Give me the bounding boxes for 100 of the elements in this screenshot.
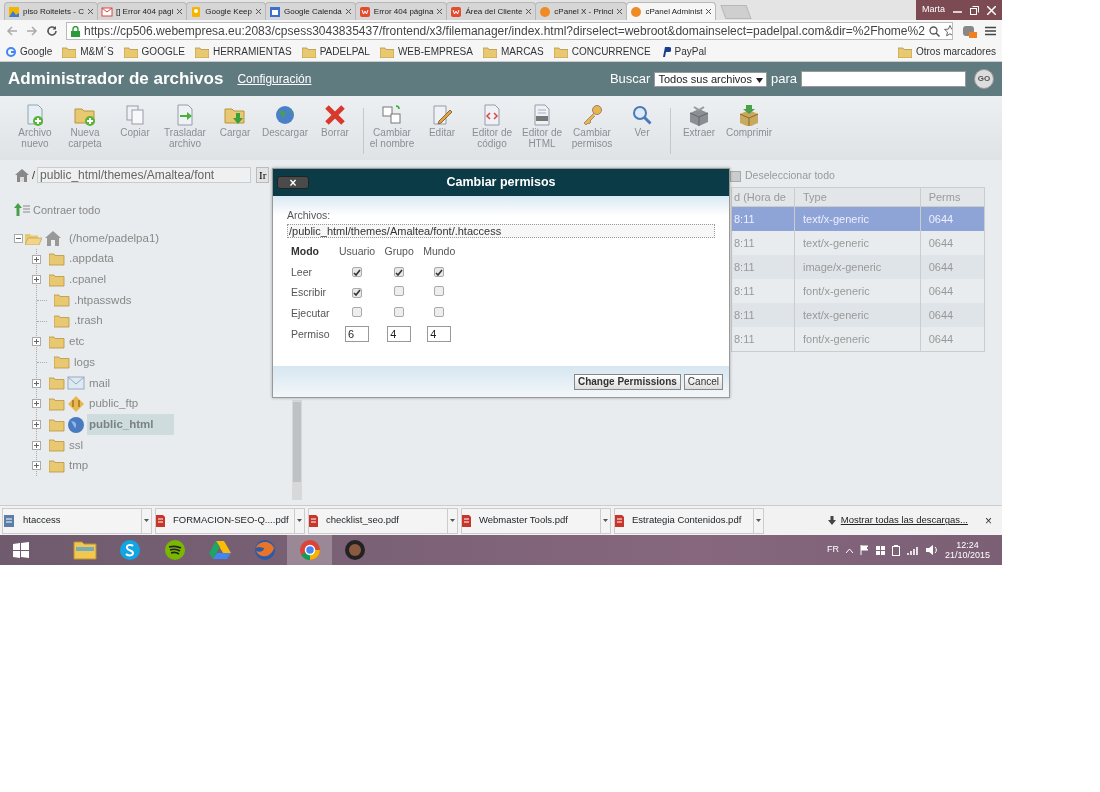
permission-field[interactable]: 4 bbox=[387, 326, 412, 343]
tree-item[interactable]: .htpasswds bbox=[72, 290, 134, 311]
close-button[interactable]: × bbox=[985, 511, 992, 530]
star-icon[interactable] bbox=[943, 25, 952, 37]
close-icon[interactable] bbox=[255, 7, 262, 15]
checkbox[interactable] bbox=[394, 286, 405, 297]
toolbar-button[interactable]: Cambiar permisos bbox=[567, 104, 617, 149]
flag-icon[interactable] bbox=[859, 545, 869, 555]
expand-toggle[interactable] bbox=[32, 378, 41, 388]
reload-icon[interactable] bbox=[46, 25, 58, 37]
tree-item[interactable]: public_ftp bbox=[87, 394, 141, 414]
tree-item[interactable]: .trash bbox=[72, 311, 105, 331]
toolbar-button[interactable]: Cambiar el nombre bbox=[367, 104, 417, 149]
tree-item[interactable]: mail bbox=[87, 373, 113, 393]
scope-select[interactable]: Todos sus archivos bbox=[654, 71, 767, 87]
close-icon[interactable] bbox=[705, 7, 713, 15]
show-all-downloads-link[interactable]: Mostrar todas las descargas... bbox=[827, 513, 968, 528]
browser-tab[interactable]: piso Roitelets - C bbox=[4, 2, 98, 20]
bookmark[interactable]: MARCAS bbox=[482, 44, 544, 59]
caret-icon[interactable] bbox=[144, 519, 149, 522]
bookmark[interactable]: Otros marcadores bbox=[897, 44, 996, 59]
caret-icon[interactable] bbox=[756, 519, 761, 522]
speaker-icon[interactable] bbox=[925, 545, 938, 555]
browser-tab[interactable]: Google Calenda bbox=[265, 2, 356, 20]
bookmark[interactable]: PayPal bbox=[660, 44, 707, 59]
chevron-up-icon[interactable] bbox=[845, 547, 853, 553]
restore-icon[interactable] bbox=[970, 5, 979, 15]
tree-item[interactable]: logs bbox=[72, 352, 98, 373]
close-icon[interactable] bbox=[86, 7, 94, 15]
checkbox[interactable] bbox=[352, 287, 363, 298]
toolbar-button[interactable]: Descargar bbox=[260, 104, 310, 149]
checkbox[interactable] bbox=[434, 286, 445, 297]
settings-link[interactable]: Configuración bbox=[237, 70, 312, 88]
language-indicator[interactable]: FR bbox=[826, 543, 839, 557]
windows-logo-icon[interactable] bbox=[875, 545, 885, 555]
checkbox[interactable] bbox=[352, 306, 363, 317]
toolbar-button[interactable]: Ver bbox=[617, 104, 667, 149]
tree-item[interactable]: .appdata bbox=[67, 249, 116, 269]
close-button[interactable]: × bbox=[277, 176, 309, 189]
tree-item[interactable]: etc bbox=[67, 332, 87, 352]
close-icon[interactable] bbox=[344, 7, 352, 15]
checkbox[interactable] bbox=[352, 267, 363, 278]
close-icon[interactable] bbox=[616, 7, 624, 15]
bookmark[interactable]: Google bbox=[6, 44, 53, 59]
expand-toggle[interactable] bbox=[32, 337, 41, 347]
path-field[interactable]: public_html/themes/Amaltea/font bbox=[37, 167, 252, 184]
scrollbar[interactable] bbox=[292, 400, 302, 500]
browser-tab[interactable]: Google Keep bbox=[186, 2, 266, 20]
expand-toggle[interactable] bbox=[32, 275, 41, 285]
taskbar-app[interactable] bbox=[287, 535, 332, 565]
tree-item[interactable]: .cpanel bbox=[67, 270, 109, 290]
browser-tab[interactable]: Área del Cliente bbox=[446, 2, 537, 20]
bookmark[interactable]: PADELPAL bbox=[301, 44, 370, 59]
expand-toggle[interactable] bbox=[32, 254, 41, 264]
checkbox[interactable] bbox=[394, 267, 405, 278]
bookmark[interactable]: M&M´S bbox=[62, 44, 114, 59]
close-icon[interactable] bbox=[525, 7, 533, 15]
browser-tab[interactable]: cPanel X - Princi bbox=[535, 2, 628, 20]
toolbar-button[interactable]: Nueva carpeta bbox=[60, 104, 110, 149]
bookmark[interactable]: HERRAMIENTAS bbox=[194, 44, 292, 59]
toolbar-button[interactable]: Archivo nuevo bbox=[10, 104, 60, 149]
permission-field[interactable]: 4 bbox=[427, 326, 452, 343]
permission-field[interactable]: 6 bbox=[345, 326, 370, 343]
bookmark[interactable]: GOOGLE bbox=[123, 44, 185, 59]
go-button[interactable]: GO bbox=[974, 69, 994, 89]
search-field[interactable] bbox=[801, 71, 966, 87]
expand-toggle[interactable] bbox=[32, 440, 41, 450]
caret-icon[interactable] bbox=[297, 519, 302, 522]
tree-item[interactable]: (/home/padelpa1) bbox=[67, 228, 162, 248]
scrollbar-thumb[interactable] bbox=[293, 402, 301, 482]
bookmark[interactable]: WEB-EMPRESA bbox=[379, 44, 473, 59]
expand-toggle[interactable] bbox=[32, 420, 41, 430]
browser-tab[interactable]: cPanel Administ bbox=[626, 2, 717, 20]
expand-toggle[interactable] bbox=[32, 399, 41, 409]
toolbar-button[interactable]: Trasladar archivo bbox=[160, 104, 210, 149]
checkbox[interactable] bbox=[434, 306, 445, 317]
checkbox[interactable] bbox=[434, 267, 445, 278]
toolbar-button[interactable]: Editor de código bbox=[467, 104, 517, 149]
tree-item[interactable]: ssl bbox=[67, 435, 86, 455]
profile-name[interactable]: Marta bbox=[922, 3, 945, 17]
collapse-toggle[interactable] bbox=[14, 233, 23, 243]
expand-toggle[interactable] bbox=[32, 461, 41, 471]
extension-icon[interactable] bbox=[961, 23, 977, 39]
address-bar[interactable]: https://cp506.webempresa.eu:2083/cpsess3043835437/frontend/x3/filemanager/index.html?dirselect=webroot&domainselect=padelpal.com&dir=%2Fhome%2 bbox=[66, 22, 953, 40]
menu-icon[interactable] bbox=[985, 26, 996, 36]
caret-icon[interactable] bbox=[603, 519, 608, 522]
clock-time[interactable]: 12:24 bbox=[944, 539, 990, 550]
checkbox-icon[interactable] bbox=[730, 170, 741, 182]
toolbar-button[interactable]: Copiar bbox=[110, 104, 160, 149]
cancel-button[interactable]: Cancel bbox=[683, 373, 723, 390]
clock-date[interactable]: 21/10/2015 bbox=[944, 550, 990, 561]
battery-icon[interactable] bbox=[891, 544, 900, 556]
browser-tab[interactable]: Error 404 página bbox=[354, 2, 448, 20]
collapse-all-button[interactable]: Contraer todo bbox=[14, 201, 101, 218]
close-icon[interactable] bbox=[176, 7, 184, 15]
zoom-icon[interactable] bbox=[928, 25, 940, 37]
close-icon[interactable] bbox=[436, 7, 444, 15]
toolbar-button[interactable]: Comprimir bbox=[724, 104, 774, 139]
go-button[interactable]: Ir bbox=[256, 167, 270, 184]
checkbox[interactable] bbox=[394, 306, 405, 317]
